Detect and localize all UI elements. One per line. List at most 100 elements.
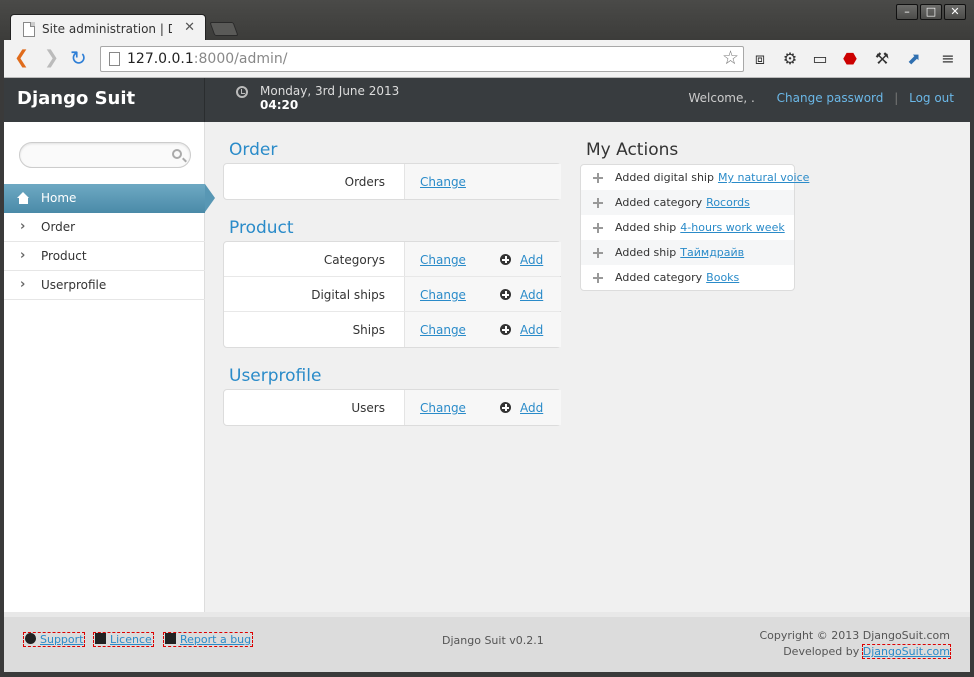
forward-arrow-icon[interactable]: ❯ <box>44 48 59 68</box>
action-link[interactable]: Books <box>706 271 739 284</box>
close-window-button[interactable]: ✕ <box>944 4 966 20</box>
minimize-button[interactable]: – <box>896 4 918 20</box>
plus-icon <box>593 198 603 208</box>
separator: | <box>894 91 899 105</box>
help-icon <box>25 633 36 644</box>
row-actions: Change Add <box>404 277 561 311</box>
reload-icon[interactable]: ↻ <box>70 48 87 68</box>
change-link[interactable]: Change <box>420 175 466 189</box>
report-bug-link[interactable]: Report a bug <box>162 632 254 647</box>
wrench-icon[interactable]: ⚒ <box>872 49 892 69</box>
model-name[interactable]: Orders <box>345 175 385 189</box>
sidebar-item-label: Product <box>41 249 87 263</box>
sidebar-item-label: Order <box>41 220 76 234</box>
action-text: Added category <box>615 196 703 209</box>
add-link[interactable]: Add <box>520 401 543 415</box>
list-item: Added category Books <box>581 265 794 290</box>
address-bar[interactable]: 127.0.0.1:8000/admin/ ☆ <box>100 46 744 72</box>
comment-icon <box>165 633 176 644</box>
list-item: Added ship Таймдрайв <box>581 240 794 265</box>
add-icon <box>500 254 511 265</box>
copyright-text: Copyright © 2013 DjangoSuit.com <box>759 629 951 642</box>
extension-badge-icon[interactable]: ⧈ <box>750 49 770 69</box>
plus-icon <box>593 273 603 283</box>
home-icon <box>17 192 30 204</box>
ruler-icon[interactable]: ▭ <box>810 49 830 69</box>
action-text: Added ship <box>615 221 677 234</box>
table-row: Orders Change <box>224 164 561 199</box>
change-password-link[interactable]: Change password <box>777 91 884 105</box>
chevron-right-icon: › <box>20 219 26 234</box>
model-name[interactable]: Digital ships <box>311 288 385 302</box>
sidebar-item-userprofile[interactable]: › Userprofile <box>4 271 205 300</box>
model-name[interactable]: Users <box>351 401 385 415</box>
url-path: :8000/admin/ <box>193 51 288 67</box>
change-link[interactable]: Change <box>420 288 466 302</box>
action-text: Added category <box>615 271 703 284</box>
chevron-right-icon: › <box>20 248 26 263</box>
search-icon[interactable] <box>172 149 182 159</box>
plus-icon <box>593 173 603 183</box>
developed-by-text: Developed by <box>783 645 860 658</box>
bookmark-star-icon[interactable]: ☆ <box>722 47 739 69</box>
action-link[interactable]: My natural voice <box>718 171 809 184</box>
url-text[interactable]: 127.0.0.1:8000/admin/ <box>127 51 287 67</box>
tab-close-icon[interactable]: ✕ <box>184 20 195 35</box>
maximize-button[interactable]: □ <box>920 4 942 20</box>
module-order: Orders Change <box>223 163 561 200</box>
report-bug-label: Report a bug <box>180 633 252 646</box>
admin-header: Django Suit Monday, 3rd June 2013 04:20 … <box>4 78 970 122</box>
action-link[interactable]: Таймдрайв <box>680 246 744 259</box>
add-icon <box>500 324 511 335</box>
list-item: Added ship 4-hours work week <box>581 215 794 240</box>
support-link[interactable]: Support <box>22 632 86 647</box>
developer-link[interactable]: DjangoSuit.com <box>861 644 952 659</box>
module-product: Categorys Change Add Digital ships Chang… <box>223 241 561 348</box>
plus-icon <box>593 223 603 233</box>
header-date: Monday, 3rd June 2013 <box>260 84 400 98</box>
welcome-text: Welcome, . <box>688 91 755 105</box>
search-input[interactable] <box>19 142 191 168</box>
module-title-order[interactable]: Order <box>229 140 277 160</box>
add-link[interactable]: Add <box>520 288 543 302</box>
licence-label: Licence <box>110 633 152 646</box>
gear-icon[interactable]: ⚙ <box>780 49 800 69</box>
module-userprofile: Users Change Add <box>223 389 561 426</box>
model-name[interactable]: Ships <box>353 323 385 337</box>
stop-sign-icon[interactable]: ⬣ <box>840 49 860 69</box>
back-arrow-icon[interactable]: ❮ <box>14 48 29 68</box>
sidebar-item-order[interactable]: › Order <box>4 213 205 242</box>
row-actions: Change Add <box>404 312 561 347</box>
sidebar-item-home[interactable]: Home <box>4 184 215 213</box>
user-links: Welcome, . Change password | Log out <box>688 91 954 105</box>
browser-titlebar: Site administration | Djang ✕ – □ ✕ <box>0 0 974 42</box>
footer: Support Licence Report a bug Django Suit… <box>4 612 970 672</box>
licence-link[interactable]: Licence <box>93 632 154 647</box>
change-link[interactable]: Change <box>420 323 466 337</box>
action-link[interactable]: 4-hours work week <box>680 221 784 234</box>
sidebar-item-product[interactable]: › Product <box>4 242 205 271</box>
action-link[interactable]: Rocords <box>706 196 750 209</box>
page-icon <box>109 52 120 66</box>
change-link[interactable]: Change <box>420 253 466 267</box>
external-link-icon[interactable]: ⬈ <box>904 49 924 69</box>
add-link[interactable]: Add <box>520 323 543 337</box>
add-link[interactable]: Add <box>520 253 543 267</box>
change-link[interactable]: Change <box>420 401 466 415</box>
copyright: Copyright © 2013 DjangoSuit.com Develope… <box>759 628 952 660</box>
module-title-userprofile[interactable]: Userprofile <box>229 366 321 386</box>
list-item: Added digital ship My natural voice <box>581 165 809 190</box>
brand-title[interactable]: Django Suit <box>17 88 135 109</box>
sidebar: Home › Order › Product › Userprofile <box>4 122 215 612</box>
clock-icon <box>236 86 248 98</box>
file-icon <box>23 22 35 37</box>
model-name[interactable]: Categorys <box>324 253 385 267</box>
sidebar-item-label: Home <box>41 191 77 205</box>
logout-link[interactable]: Log out <box>909 91 954 105</box>
new-tab-button[interactable] <box>209 22 239 36</box>
module-title-product[interactable]: Product <box>229 218 294 238</box>
menu-icon[interactable]: ≡ <box>938 49 958 69</box>
bookmark-icon <box>95 633 106 644</box>
sidebar-item-label: Userprofile <box>41 278 107 292</box>
browser-tab[interactable]: Site administration | Djang ✕ <box>10 14 206 42</box>
